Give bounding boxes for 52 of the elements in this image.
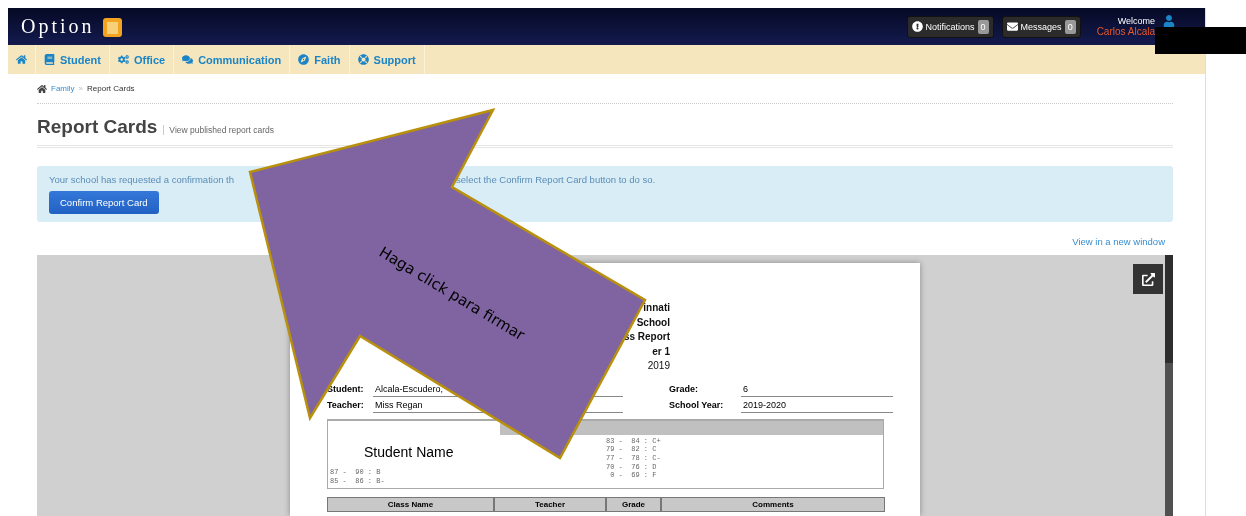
column-header: Comments (661, 496, 885, 512)
user-icon[interactable] (1163, 14, 1175, 27)
page-subtitle: View published report cards (163, 125, 275, 135)
nav-item[interactable]: Communication (174, 45, 291, 74)
report-heading-line: School (636, 315, 670, 330)
field-value: 6 (743, 383, 748, 394)
page-title: Report Cards (37, 116, 158, 138)
annotation-text: Student Name (364, 444, 454, 460)
alert-text: Your school has requested a confirmation th (49, 174, 234, 185)
nav-item[interactable]: Faith (290, 45, 350, 74)
field-label: Grade: (669, 382, 699, 396)
menu-item-icon (298, 54, 310, 65)
new-window-link[interactable]: View in a new window (1072, 236, 1165, 247)
breadcrumb-link[interactable]: Family (51, 84, 75, 93)
external-link-icon (1141, 272, 1155, 286)
field-label: Student: (327, 382, 365, 396)
menu-item-icon (44, 54, 55, 65)
nav-item[interactable]: Student (36, 45, 110, 74)
nav-item[interactable]: Support (349, 45, 425, 74)
notifications-button[interactable]: Notifications 0 (906, 15, 994, 38)
report-heading-line: innati (643, 301, 670, 315)
scrollbar-thumb[interactable] (1165, 255, 1173, 363)
menu-item-icon (357, 54, 369, 65)
report-heading-line: er 1 (652, 344, 670, 359)
field-label: Teacher: (327, 398, 365, 412)
count-badge: 0 (977, 19, 989, 34)
menu-item-icon (117, 54, 129, 65)
welcome-text: Welcome (1117, 16, 1155, 26)
messages-button[interactable]: Messages 0 (1001, 15, 1081, 38)
field-value: Alcala-Escudero, (375, 383, 444, 394)
envelope-icon (1006, 21, 1018, 32)
alert-icon (911, 21, 923, 32)
alert-text: select the Confirm Report Card button to do so. (456, 174, 656, 185)
column-header: Grade (606, 496, 661, 512)
confirm-button[interactable]: Confirm Report Card (49, 191, 159, 214)
column-header: Teacher (494, 496, 606, 512)
home-icon (37, 83, 47, 94)
home-icon (16, 54, 27, 65)
nav-item[interactable]: Office (109, 45, 175, 74)
column-header: Class Name (327, 496, 494, 512)
field-label: School Year: (669, 398, 725, 412)
open-external-button[interactable] (1133, 264, 1163, 294)
field-value: 2019-2020 (743, 399, 787, 410)
breadcrumb-current: Report Cards (87, 84, 135, 93)
user-name[interactable]: Carlos Alcala (1096, 26, 1155, 37)
menu-item-icon (182, 54, 194, 65)
field-value: Miss Regan (375, 399, 423, 410)
breadcrumb-separator: » (78, 84, 83, 93)
scrollbar[interactable] (1165, 255, 1173, 516)
count-badge: 0 (1064, 19, 1076, 34)
report-heading-line: 2019 (647, 359, 670, 373)
logo-text: Option (21, 15, 95, 38)
